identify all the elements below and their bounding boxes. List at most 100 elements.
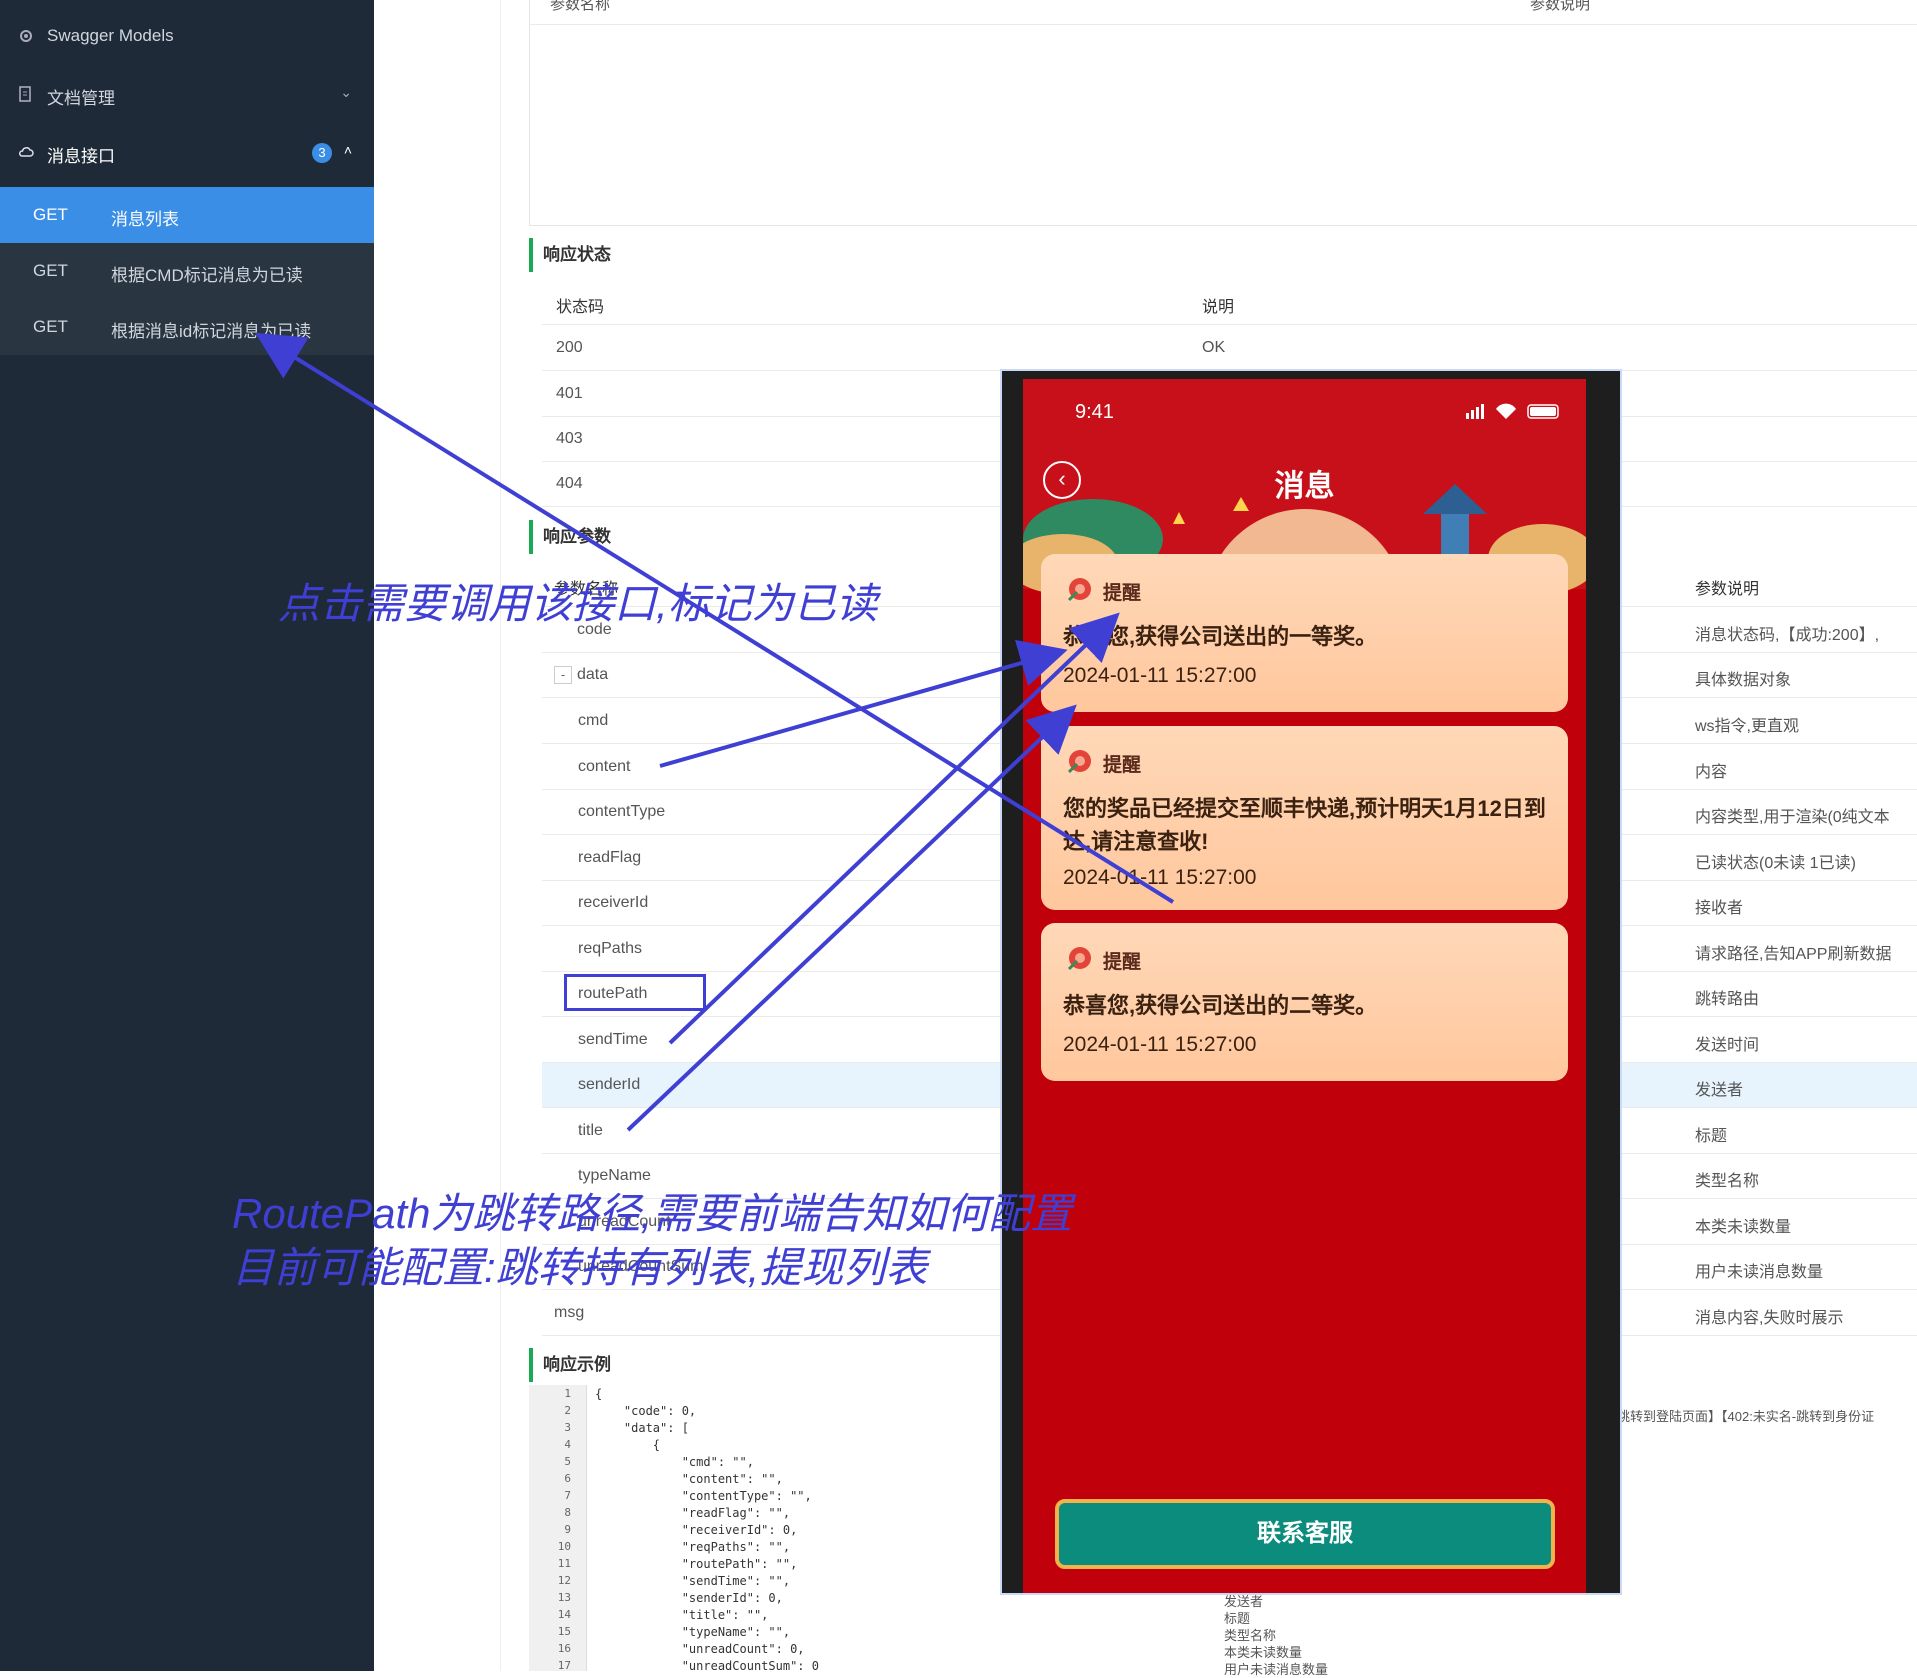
line-number: 15 xyxy=(557,1625,571,1638)
line-number: 4 xyxy=(564,1438,571,1451)
column-header: 状态码 xyxy=(556,299,605,316)
code-line: "routePath": "", xyxy=(595,1557,798,1571)
param-desc: 接收者 xyxy=(1695,900,1744,917)
api-item-message-list[interactable]: GET 消息列表 xyxy=(0,187,374,243)
message-tag: 提醒 xyxy=(1103,755,1142,776)
example-side-note: 跳转到登陆页面】【402:未实名-跳转到身份证 xyxy=(1617,1409,1875,1424)
code-line: "senderId": 0, xyxy=(595,1591,783,1605)
code-line: "code": 0, xyxy=(595,1404,697,1418)
contact-support-button[interactable]: 联系客服 xyxy=(1055,1499,1555,1569)
code-line: "receiverId": 0, xyxy=(595,1523,798,1537)
document-icon xyxy=(19,86,31,102)
line-number: 10 xyxy=(557,1540,571,1553)
code-line: "unreadCount": 0, xyxy=(595,1642,805,1656)
code-line: "data": [ xyxy=(595,1421,689,1435)
code-line: "reqPaths": "", xyxy=(595,1540,791,1554)
line-number: 17 xyxy=(557,1659,571,1672)
chevron-down-icon: ⌄ xyxy=(340,84,352,100)
param-desc: 内容类型,用于渲染(0纯文本 xyxy=(1695,809,1890,826)
line-number: 3 xyxy=(564,1421,571,1434)
param-desc: 已读状态(0未读 1已读) xyxy=(1695,855,1856,872)
column-header: 参数说明 xyxy=(1695,581,1760,598)
code-line: { xyxy=(595,1438,661,1452)
param-desc: 具体数据对象 xyxy=(1695,672,1792,689)
param-name: contentType xyxy=(578,803,666,820)
status-code: 403 xyxy=(556,430,583,447)
section-title-response-example: 响应示例 xyxy=(529,1348,611,1382)
overflow-label: 用户未读消息数量 xyxy=(1224,1662,1329,1677)
param-desc: 消息状态码,【成功:200】, xyxy=(1695,627,1880,644)
message-text: 恭喜您,获得公司送出的一等奖。 xyxy=(1063,624,1378,649)
param-desc: 用户未读消息数量 xyxy=(1695,1264,1824,1281)
code-line: "cmd": "", xyxy=(595,1455,754,1469)
param-name: msg xyxy=(554,1304,585,1321)
http-method: GET xyxy=(33,205,68,224)
line-gutter: 1 2 3 4 5 6 7 8 9 10 11 12 13 14 15 16 17 xyxy=(529,1385,587,1672)
status-code: 404 xyxy=(556,475,583,492)
param-desc: 类型名称 xyxy=(1695,1173,1760,1190)
http-method: GET xyxy=(33,261,68,280)
sidebar: Swagger Models 文档管理 ⌄ 消息接口 3 ˄ GET 消息列表 … xyxy=(0,0,374,1671)
line-number: 16 xyxy=(557,1642,571,1655)
param-name: senderId xyxy=(578,1076,641,1093)
status-icons xyxy=(1466,403,1559,419)
api-item-mark-read-by-id[interactable]: GET 根据消息id标记消息为已读 xyxy=(0,299,374,355)
chevron-up-icon: ˄ xyxy=(343,142,352,158)
param-desc: ws指令,更直观 xyxy=(1695,718,1800,735)
collapse-toggle[interactable]: - xyxy=(554,666,572,684)
message-card[interactable]: 提醒 您的奖品已经提交至顺丰快递,预计明天1月12日到达,请注意查收! 2024… xyxy=(1041,726,1568,910)
code-line: { xyxy=(595,1387,603,1401)
annotation-click-note: 点击需要调用该接口,标记为已读 xyxy=(278,580,878,627)
table-header: 状态码 说明 xyxy=(542,280,1917,325)
api-label: 根据CMD标记消息为已读 xyxy=(111,266,303,285)
param-name: receiverId xyxy=(578,894,649,911)
flower-icon xyxy=(1067,578,1091,602)
param-desc: 标题 xyxy=(1695,1128,1728,1145)
column-header: 说明 xyxy=(1202,299,1235,316)
param-name: readFlag xyxy=(578,849,642,866)
line-number: 9 xyxy=(564,1523,571,1536)
flower-icon xyxy=(1067,750,1091,774)
param-desc: 请求路径,告知APP刷新数据 xyxy=(1695,946,1892,963)
param-name: data xyxy=(577,666,609,683)
api-label: 根据消息id标记消息为已读 xyxy=(111,322,312,341)
api-item-mark-read-by-cmd[interactable]: GET 根据CMD标记消息为已读 xyxy=(0,243,374,299)
section-title-response-status: 响应状态 xyxy=(529,238,611,272)
status-code: 401 xyxy=(556,385,583,402)
cloud-icon xyxy=(19,147,34,157)
message-card[interactable]: 提醒 恭喜您,获得公司送出的一等奖。 2024-01-11 15:27:00 xyxy=(1041,554,1568,712)
message-tag: 提醒 xyxy=(1103,952,1142,973)
page-title: 消息 xyxy=(1274,470,1335,503)
phone-screen: 9:41 ‹ 消息 提醒 恭喜您,获得公司送出的一等奖。 2024-01-11 … xyxy=(1023,379,1586,1593)
phone-mockup: 9:41 ‹ 消息 提醒 恭喜您,获得公司送出的一等奖。 2024-01-11 … xyxy=(1000,369,1622,1595)
param-desc: 跳转路由 xyxy=(1695,991,1760,1008)
line-number: 5 xyxy=(564,1455,571,1468)
sidebar-item-message-api[interactable]: 消息接口 3 ˄ xyxy=(0,124,374,180)
param-name: cmd xyxy=(578,712,609,729)
table-header: 参数名称 参数说明 xyxy=(530,0,1917,25)
sidebar-item-swagger-models[interactable]: Swagger Models xyxy=(0,8,374,64)
status-desc: OK xyxy=(1202,339,1226,356)
param-name: reqPaths xyxy=(578,940,643,957)
status-time: 9:41 xyxy=(1075,401,1114,423)
flower-icon xyxy=(1067,947,1091,971)
sidebar-item-docs[interactable]: 文档管理 ⌄ xyxy=(0,66,374,122)
line-number: 11 xyxy=(557,1557,571,1570)
message-card[interactable]: 提醒 恭喜您,获得公司送出的二等奖。 2024-01-11 15:27:00 xyxy=(1041,923,1568,1081)
message-text: 您的奖品已经提交至顺丰快递,预计明天1月12日到达,请注意查收! xyxy=(1063,796,1546,854)
param-desc: 本类未读数量 xyxy=(1695,1219,1792,1236)
code-line: "contentType": "", xyxy=(595,1489,812,1503)
count-badge: 3 xyxy=(312,143,332,163)
column-header: 参数名称 xyxy=(550,0,611,13)
column-header: 参数说明 xyxy=(1530,0,1591,13)
code-line: "title": "", xyxy=(595,1608,769,1622)
annotation-routepath-line1: RoutePath为跳转路径,需要前端告知如何配置 xyxy=(232,1190,1073,1237)
section-title-response-params: 响应参数 xyxy=(529,520,611,554)
status-code: 200 xyxy=(556,339,583,356)
param-desc: 内容 xyxy=(1695,764,1728,781)
code-line: "content": "", xyxy=(595,1472,783,1486)
line-number: 7 xyxy=(564,1489,571,1502)
param-desc: 消息内容,失败时展示 xyxy=(1695,1310,1844,1327)
code-line: "readFlag": "", xyxy=(595,1506,791,1520)
api-label: 消息列表 xyxy=(111,210,179,229)
